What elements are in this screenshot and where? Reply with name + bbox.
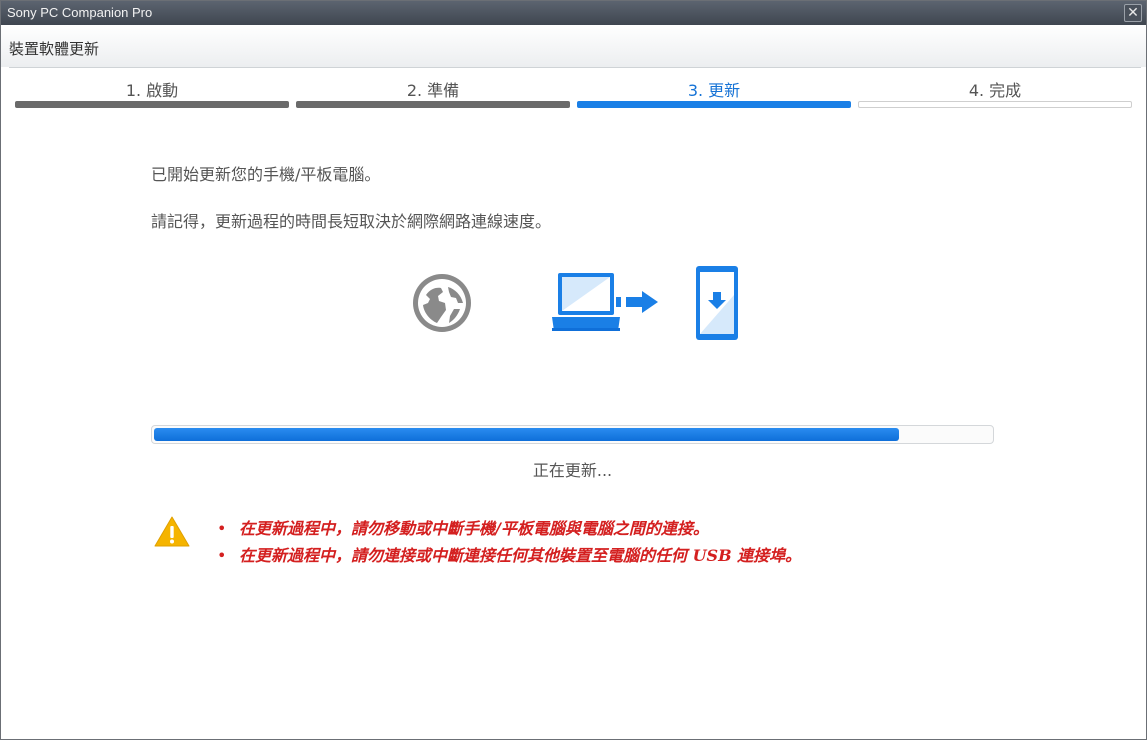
step-bar — [15, 101, 289, 108]
globe-icon — [413, 274, 471, 332]
warning-item: 在更新過程中，請勿連接或中斷連接任何其他裝置至電腦的任何 USB 連接埠。 — [215, 542, 975, 569]
step-1: 1. 啟動 — [15, 75, 289, 109]
update-started-message: 已開始更新您的手機/平板電腦。 — [151, 165, 381, 184]
progress-fill — [154, 428, 899, 441]
laptop-transfer-icon — [552, 273, 658, 331]
app-window: Sony PC Companion Pro ✕ 裝置軟體更新 1. 啟動 2. … — [0, 0, 1147, 740]
step-label: 2. 準備 — [406, 81, 460, 100]
header-band — [1, 25, 1146, 67]
step-indicator: 1. 啟動 2. 準備 3. 更新 4. 完成 — [15, 75, 1135, 109]
close-icon: ✕ — [1127, 4, 1139, 20]
window-title: Sony PC Companion Pro — [7, 5, 153, 20]
title-bar: Sony PC Companion Pro ✕ — [1, 1, 1146, 25]
page-title: 裝置軟體更新 — [9, 40, 100, 58]
step-2: 2. 準備 — [296, 75, 570, 109]
update-duration-note: 請記得，更新過程的時間長短取決於網際網路連線速度。 — [151, 212, 552, 231]
step-label: 4. 完成 — [968, 81, 1022, 100]
close-button[interactable]: ✕ — [1124, 4, 1142, 22]
step-bar — [858, 101, 1132, 108]
warning-list: 在更新過程中，請勿移動或中斷手機/平板電腦與電腦之間的連接。 在更新過程中，請勿… — [215, 515, 975, 569]
header-divider — [9, 67, 1141, 68]
update-progress-bar — [151, 425, 994, 444]
step-label: 3. 更新 — [687, 81, 741, 100]
warning-item: 在更新過程中，請勿移動或中斷手機/平板電腦與電腦之間的連接。 — [215, 515, 975, 542]
progress-status: 正在更新... — [532, 461, 613, 480]
step-label: 1. 啟動 — [125, 81, 179, 100]
step-4: 4. 完成 — [858, 75, 1132, 109]
warning-icon — [154, 516, 190, 547]
phone-download-icon — [696, 266, 738, 340]
step-bar — [296, 101, 570, 108]
step-3: 3. 更新 — [577, 75, 851, 109]
step-bar — [577, 101, 851, 108]
